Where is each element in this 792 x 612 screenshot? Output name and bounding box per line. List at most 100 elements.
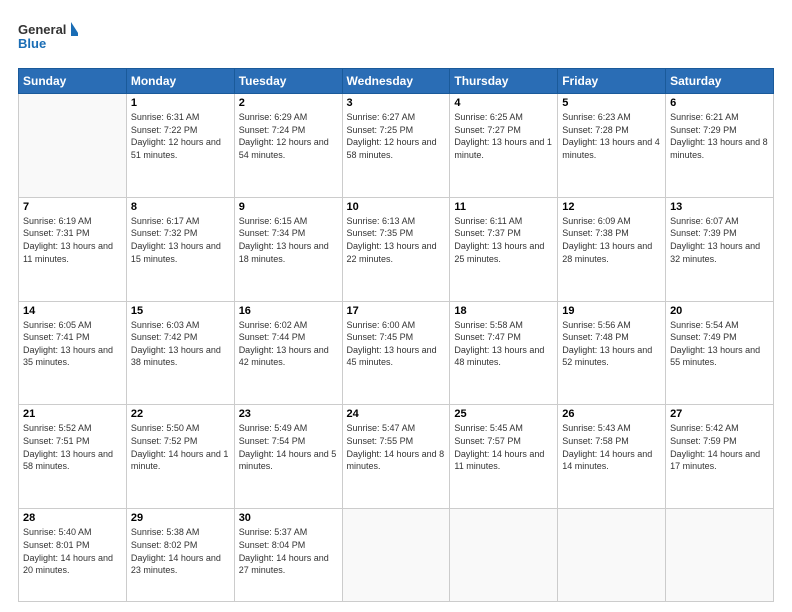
day-number: 23 <box>239 408 338 420</box>
day-number: 26 <box>562 408 661 420</box>
day-info: Sunrise: 6:05 AM Sunset: 7:41 PM Dayligh… <box>23 319 122 369</box>
day-info: Sunrise: 6:25 AM Sunset: 7:27 PM Dayligh… <box>454 111 553 161</box>
calendar-cell: 6 Sunrise: 6:21 AM Sunset: 7:29 PM Daylig… <box>666 94 774 198</box>
calendar-table: SundayMondayTuesdayWednesdayThursdayFrid… <box>18 68 774 602</box>
day-number: 20 <box>670 305 769 317</box>
calendar-cell <box>558 509 666 602</box>
day-number: 11 <box>454 201 553 213</box>
weekday-header-row: SundayMondayTuesdayWednesdayThursdayFrid… <box>19 69 774 94</box>
day-info: Sunrise: 5:37 AM Sunset: 8:04 PM Dayligh… <box>239 526 338 576</box>
day-info: Sunrise: 6:27 AM Sunset: 7:25 PM Dayligh… <box>347 111 446 161</box>
day-number: 15 <box>131 305 230 317</box>
calendar-cell: 11 Sunrise: 6:11 AM Sunset: 7:37 PM Dayli… <box>450 197 558 301</box>
day-info: Sunrise: 6:11 AM Sunset: 7:37 PM Dayligh… <box>454 215 553 265</box>
weekday-header-wednesday: Wednesday <box>342 69 450 94</box>
svg-text:Blue: Blue <box>18 36 46 51</box>
weekday-header-monday: Monday <box>126 69 234 94</box>
day-info: Sunrise: 6:15 AM Sunset: 7:34 PM Dayligh… <box>239 215 338 265</box>
day-info: Sunrise: 6:17 AM Sunset: 7:32 PM Dayligh… <box>131 215 230 265</box>
calendar-cell: 16 Sunrise: 6:02 AM Sunset: 7:44 PM Dayli… <box>234 301 342 405</box>
day-info: Sunrise: 5:56 AM Sunset: 7:48 PM Dayligh… <box>562 319 661 369</box>
weekday-header-sunday: Sunday <box>19 69 127 94</box>
calendar-week-row: 21 Sunrise: 5:52 AM Sunset: 7:51 PM Dayli… <box>19 405 774 509</box>
day-number: 25 <box>454 408 553 420</box>
day-number: 3 <box>347 97 446 109</box>
calendar-cell: 29 Sunrise: 5:38 AM Sunset: 8:02 PM Dayli… <box>126 509 234 602</box>
day-number: 16 <box>239 305 338 317</box>
calendar-cell: 15Sunrise: 6:03 AM Sunset: 7:42 PM Dayli… <box>126 301 234 405</box>
day-number: 2 <box>239 97 338 109</box>
calendar-cell: 19 Sunrise: 5:56 AM Sunset: 7:48 PM Dayli… <box>558 301 666 405</box>
day-number: 17 <box>347 305 446 317</box>
calendar-cell: 14 Sunrise: 6:05 AM Sunset: 7:41 PM Dayli… <box>19 301 127 405</box>
day-info: Sunrise: 6:00 AM Sunset: 7:45 PM Dayligh… <box>347 319 446 369</box>
calendar-cell: 10 Sunrise: 6:13 AM Sunset: 7:35 PM Dayli… <box>342 197 450 301</box>
day-info: Sunrise: 5:54 AM Sunset: 7:49 PM Dayligh… <box>670 319 769 369</box>
day-info: Sunrise: 5:58 AM Sunset: 7:47 PM Dayligh… <box>454 319 553 369</box>
calendar-cell: 12 Sunrise: 6:09 AM Sunset: 7:38 PM Dayli… <box>558 197 666 301</box>
calendar-cell <box>19 94 127 198</box>
day-info: Sunrise: 6:13 AM Sunset: 7:35 PM Dayligh… <box>347 215 446 265</box>
day-number: 1 <box>131 97 230 109</box>
day-number: 29 <box>131 512 230 524</box>
calendar-cell <box>666 509 774 602</box>
day-info: Sunrise: 6:02 AM Sunset: 7:44 PM Dayligh… <box>239 319 338 369</box>
day-number: 14 <box>23 305 122 317</box>
day-info: Sunrise: 6:07 AM Sunset: 7:39 PM Dayligh… <box>670 215 769 265</box>
calendar-cell: 5Sunrise: 6:23 AM Sunset: 7:28 PM Daylig… <box>558 94 666 198</box>
day-info: Sunrise: 5:52 AM Sunset: 7:51 PM Dayligh… <box>23 422 122 472</box>
calendar-cell: 2 Sunrise: 6:29 AM Sunset: 7:24 PM Daylig… <box>234 94 342 198</box>
calendar-cell: 4 Sunrise: 6:25 AM Sunset: 7:27 PM Daylig… <box>450 94 558 198</box>
day-info: Sunrise: 6:21 AM Sunset: 7:29 PM Dayligh… <box>670 111 769 161</box>
day-info: Sunrise: 6:31 AM Sunset: 7:22 PM Dayligh… <box>131 111 230 161</box>
calendar-week-row: 14 Sunrise: 6:05 AM Sunset: 7:41 PM Dayli… <box>19 301 774 405</box>
calendar-cell: 27 Sunrise: 5:42 AM Sunset: 7:59 PM Dayli… <box>666 405 774 509</box>
day-number: 4 <box>454 97 553 109</box>
day-number: 7 <box>23 201 122 213</box>
calendar-week-row: 1 Sunrise: 6:31 AM Sunset: 7:22 PM Daylig… <box>19 94 774 198</box>
day-number: 24 <box>347 408 446 420</box>
weekday-header-tuesday: Tuesday <box>234 69 342 94</box>
day-number: 28 <box>23 512 122 524</box>
calendar-cell: 20 Sunrise: 5:54 AM Sunset: 7:49 PM Dayli… <box>666 301 774 405</box>
calendar-cell: 28 Sunrise: 5:40 AM Sunset: 8:01 PM Dayli… <box>19 509 127 602</box>
day-info: Sunrise: 6:09 AM Sunset: 7:38 PM Dayligh… <box>562 215 661 265</box>
day-number: 10 <box>347 201 446 213</box>
logo: General Blue <box>18 18 78 58</box>
calendar-cell: 7 Sunrise: 6:19 AM Sunset: 7:31 PM Daylig… <box>19 197 127 301</box>
day-info: Sunrise: 6:23 AM Sunset: 7:28 PM Dayligh… <box>562 111 661 161</box>
day-number: 18 <box>454 305 553 317</box>
calendar-cell: 26Sunrise: 5:43 AM Sunset: 7:58 PM Dayli… <box>558 405 666 509</box>
calendar-cell <box>450 509 558 602</box>
day-number: 9 <box>239 201 338 213</box>
calendar-week-row: 28 Sunrise: 5:40 AM Sunset: 8:01 PM Dayli… <box>19 509 774 602</box>
day-number: 19 <box>562 305 661 317</box>
day-info: Sunrise: 5:49 AM Sunset: 7:54 PM Dayligh… <box>239 422 338 472</box>
calendar-cell: 24 Sunrise: 5:47 AM Sunset: 7:55 PM Dayli… <box>342 405 450 509</box>
day-info: Sunrise: 5:45 AM Sunset: 7:57 PM Dayligh… <box>454 422 553 472</box>
logo-svg: General Blue <box>18 18 78 58</box>
day-info: Sunrise: 5:42 AM Sunset: 7:59 PM Dayligh… <box>670 422 769 472</box>
calendar-cell: 25 Sunrise: 5:45 AM Sunset: 7:57 PM Dayli… <box>450 405 558 509</box>
day-number: 30 <box>239 512 338 524</box>
day-number: 6 <box>670 97 769 109</box>
day-info: Sunrise: 5:40 AM Sunset: 8:01 PM Dayligh… <box>23 526 122 576</box>
day-number: 12 <box>562 201 661 213</box>
calendar-cell: 30 Sunrise: 5:37 AM Sunset: 8:04 PM Dayli… <box>234 509 342 602</box>
day-number: 22 <box>131 408 230 420</box>
day-number: 21 <box>23 408 122 420</box>
day-number: 8 <box>131 201 230 213</box>
calendar-cell: 3 Sunrise: 6:27 AM Sunset: 7:25 PM Daylig… <box>342 94 450 198</box>
calendar-cell: 18 Sunrise: 5:58 AM Sunset: 7:47 PM Dayli… <box>450 301 558 405</box>
calendar-cell: 1 Sunrise: 6:31 AM Sunset: 7:22 PM Daylig… <box>126 94 234 198</box>
day-info: Sunrise: 5:47 AM Sunset: 7:55 PM Dayligh… <box>347 422 446 472</box>
day-info: Sunrise: 6:29 AM Sunset: 7:24 PM Dayligh… <box>239 111 338 161</box>
day-info: Sunrise: 5:38 AM Sunset: 8:02 PM Dayligh… <box>131 526 230 576</box>
day-number: 27 <box>670 408 769 420</box>
calendar-cell <box>342 509 450 602</box>
calendar-cell: 17 Sunrise: 6:00 AM Sunset: 7:45 PM Dayli… <box>342 301 450 405</box>
calendar-cell: 23 Sunrise: 5:49 AM Sunset: 7:54 PM Dayli… <box>234 405 342 509</box>
day-info: Sunrise: 5:50 AM Sunset: 7:52 PM Dayligh… <box>131 422 230 472</box>
day-info: Sunrise: 6:19 AM Sunset: 7:31 PM Dayligh… <box>23 215 122 265</box>
calendar-cell: 22 Sunrise: 5:50 AM Sunset: 7:52 PM Dayli… <box>126 405 234 509</box>
